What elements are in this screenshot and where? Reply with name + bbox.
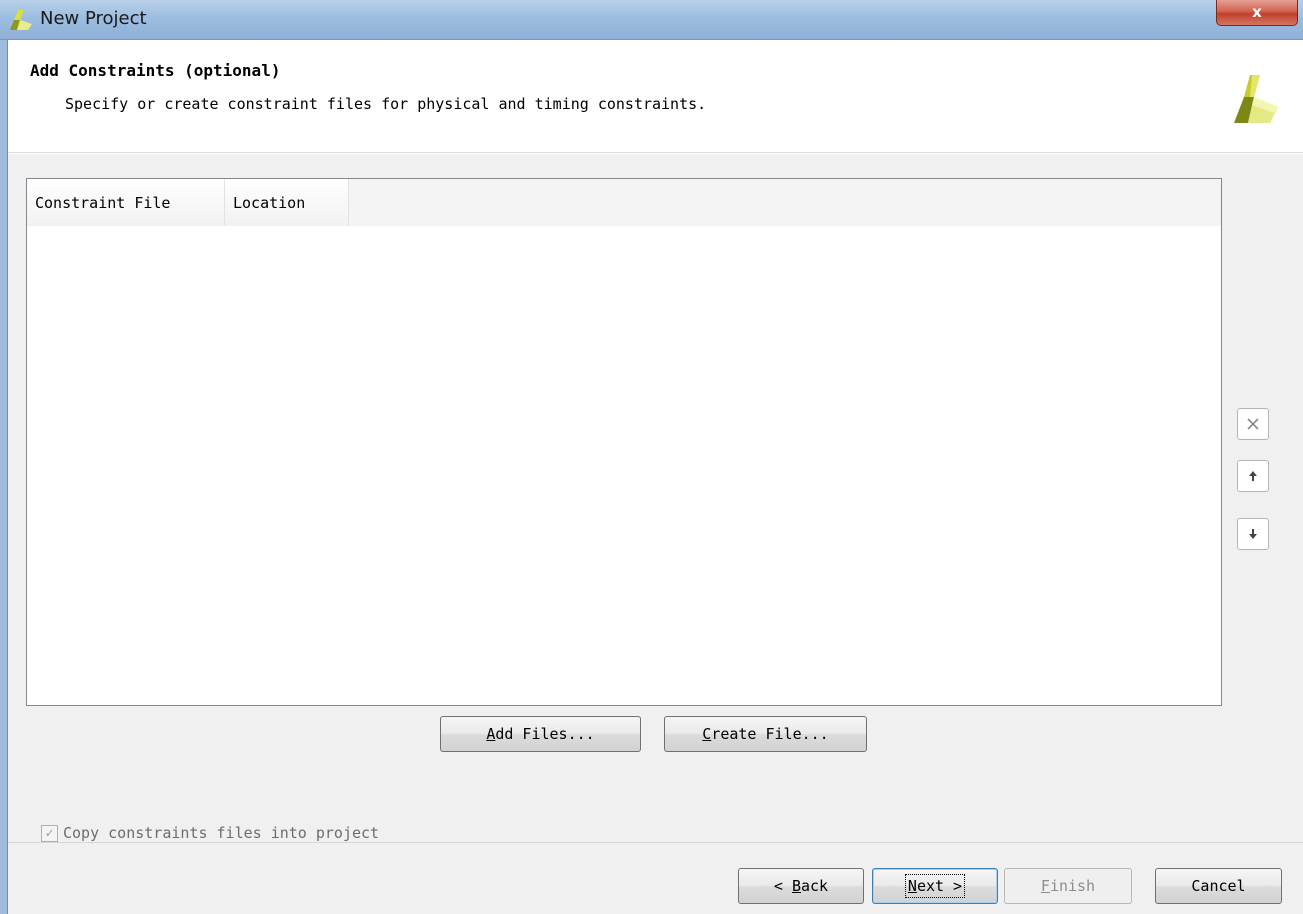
table-header: Constraint File Location [27, 179, 1221, 226]
page-description: Specify or create constraint files for p… [65, 95, 707, 113]
create-file-label: Create File... [702, 725, 829, 743]
close-icon: x [1252, 3, 1262, 21]
arrow-up-icon [1249, 471, 1257, 481]
column-header-constraint-file[interactable]: Constraint File [27, 179, 225, 226]
remove-file-button[interactable] [1237, 408, 1269, 440]
cancel-label: Cancel [1191, 877, 1246, 895]
move-down-button[interactable] [1237, 518, 1269, 550]
next-button[interactable]: Next > [872, 868, 998, 904]
add-files-label: Add Files... [486, 725, 595, 743]
vivado-logo-icon [1234, 75, 1278, 123]
next-label: Next > [904, 874, 966, 898]
constraint-files-table[interactable]: Constraint File Location [26, 178, 1222, 706]
window-titlebar: New Project x [0, 0, 1303, 40]
dialog-content: Add Constraints (optional) Specify or cr… [8, 41, 1303, 914]
page-title: Add Constraints (optional) [30, 61, 281, 80]
wizard-header: Add Constraints (optional) Specify or cr… [8, 41, 1303, 153]
wizard-footer: < Back Next > Finish Cancel [8, 843, 1303, 914]
finish-button[interactable]: Finish [1004, 868, 1132, 904]
wizard-body: Constraint File Location Add Files... Cr… [8, 154, 1303, 842]
create-file-button[interactable]: Create File... [664, 716, 867, 752]
checkmark-icon: ✓ [45, 825, 54, 841]
app-logo-icon [10, 10, 32, 30]
finish-label: Finish [1040, 877, 1096, 895]
move-up-button[interactable] [1237, 460, 1269, 492]
close-icon [1247, 418, 1259, 430]
window-title: New Project [40, 8, 147, 29]
column-header-location[interactable]: Location [225, 179, 349, 226]
back-label: < Back [773, 877, 829, 895]
window-close-button[interactable]: x [1216, 0, 1298, 26]
copy-constraints-label: Copy constraints files into project [63, 824, 380, 842]
back-button[interactable]: < Back [738, 868, 864, 904]
arrow-down-icon [1249, 529, 1257, 539]
window-frame-left [0, 40, 8, 914]
cancel-button[interactable]: Cancel [1155, 868, 1282, 904]
copy-constraints-checkbox[interactable]: ✓ [41, 824, 58, 842]
add-files-button[interactable]: Add Files... [440, 716, 641, 752]
copy-constraints-option[interactable]: ✓ Copy constraints files into project [41, 824, 379, 842]
